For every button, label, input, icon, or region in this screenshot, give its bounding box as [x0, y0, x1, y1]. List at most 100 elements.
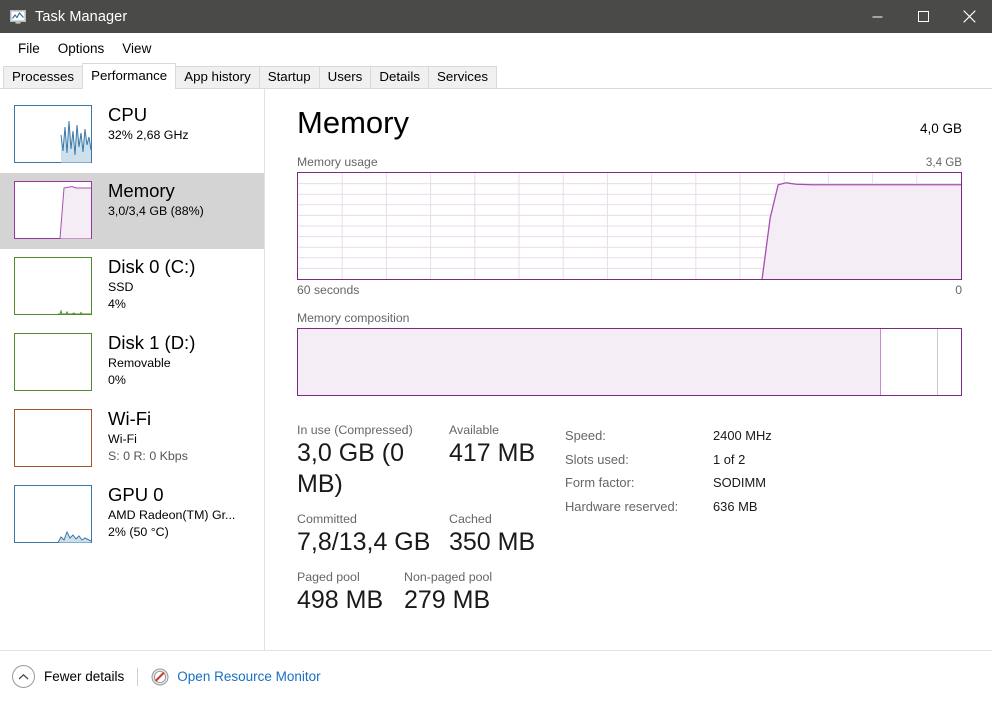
tab-startup[interactable]: Startup: [258, 66, 320, 88]
memory-usage-area: [762, 182, 961, 279]
tab-services[interactable]: Services: [428, 66, 497, 88]
sidebar-item-disk-1-sub1: Removable: [108, 356, 171, 370]
tab-details[interactable]: Details: [370, 66, 429, 88]
spec-row-slots-used: Slots used: 1 of 2: [565, 448, 772, 472]
stat-non-paged-pool-value: 279 MB: [404, 586, 491, 614]
sidebar-item-disk-1[interactable]: Disk 1 (D:) Removable 0%: [0, 325, 264, 401]
resource-monitor-icon: [151, 668, 169, 686]
stat-available-value: 417 MB: [449, 439, 536, 467]
tab-strip: Processes Performance App history Startu…: [0, 63, 992, 89]
menu-item-file[interactable]: File: [9, 38, 49, 59]
stat-in-use-label: In use (Compressed): [297, 423, 413, 437]
fewer-details-label: Fewer details: [44, 669, 125, 684]
sidebar-item-memory[interactable]: Memory 3,0/3,4 GB (88%): [0, 173, 264, 249]
memory-stats-left: In use (Compressed) 3,0 GB (0 MB) Availa…: [297, 422, 565, 627]
sidebar-item-gpu-0-title: GPU 0: [108, 484, 164, 505]
sidebar-item-disk-1-sub2: 0%: [108, 373, 126, 387]
spec-row-speed: Speed: 2400 MHz: [565, 424, 772, 448]
sidebar-item-gpu-0-sub1: AMD Radeon(TM) Gr...: [108, 508, 236, 522]
tab-processes[interactable]: Processes: [3, 66, 84, 88]
memory-usage-labels: Memory usage 3,4 GB: [297, 155, 962, 169]
open-resource-monitor-link[interactable]: Open Resource Monitor: [151, 668, 321, 686]
sidebar-item-wifi-title: Wi-Fi: [108, 408, 152, 429]
spec-row-hardware-reserved: Hardware reserved: 636 MB: [565, 495, 772, 519]
stat-committed-label: Committed: [297, 512, 357, 526]
status-bar: Fewer details Open Resource Monitor: [0, 650, 992, 702]
window-title: Task Manager: [35, 8, 128, 25]
fewer-details-button[interactable]: Fewer details: [12, 665, 124, 688]
spec-row-form-factor: Form factor: SODIMM: [565, 471, 772, 495]
cpu-thumbnail-graph: [14, 105, 92, 163]
task-manager-icon: [10, 9, 26, 25]
sidebar-item-disk-0[interactable]: Disk 0 (C:) SSD 4%: [0, 249, 264, 325]
memory-usage-max: 3,4 GB: [925, 156, 962, 169]
menu-item-options[interactable]: Options: [49, 38, 114, 59]
spec-form-factor-value: SODIMM: [713, 475, 766, 490]
memory-header: Memory 4,0 GB: [297, 103, 962, 143]
tab-performance[interactable]: Performance: [82, 63, 177, 89]
memory-statistics: In use (Compressed) 3,0 GB (0 MB) Availa…: [297, 422, 962, 627]
spec-slots-used-value: 1 of 2: [713, 451, 746, 467]
memory-usage-label: Memory usage: [297, 155, 378, 169]
composition-segment-in-use: [298, 329, 882, 395]
sidebar-item-wifi-sub1: Wi-Fi: [108, 432, 137, 446]
sidebar-item-gpu-0-text: GPU 0 AMD Radeon(TM) Gr... 2% (50 °C): [108, 483, 235, 540]
stat-non-paged-pool: Non-paged pool 279 MB: [404, 569, 492, 616]
wifi-thumbnail-graph: [14, 409, 92, 467]
stat-row: Paged pool 498 MB Non-paged pool 279 MB: [297, 569, 565, 616]
sidebar-item-cpu[interactable]: CPU 32% 2,68 GHz: [0, 97, 264, 173]
memory-detail-panel: Memory 4,0 GB Memory usage 3,4 GB 60 sec…: [265, 89, 992, 650]
memory-composition-bar: [297, 328, 962, 396]
sidebar-item-memory-title: Memory: [108, 180, 175, 201]
sidebar-item-cpu-sub1: 32% 2,68 GHz: [108, 128, 189, 142]
memory-usage-plot: [298, 173, 961, 279]
stat-paged-pool-label: Paged pool: [297, 570, 360, 584]
spec-form-factor-label: Form factor:: [565, 475, 635, 490]
sidebar-item-disk-0-sub1: SSD: [108, 280, 134, 294]
stat-committed-value: 7,8/13,4 GB: [297, 528, 431, 556]
title-bar: Task Manager: [0, 0, 992, 33]
memory-capacity: 4,0 GB: [919, 121, 962, 136]
chevron-up-icon: [12, 665, 35, 688]
sidebar-item-disk-1-title: Disk 1 (D:): [108, 332, 196, 353]
memory-usage-axis: 60 seconds 0: [297, 283, 962, 297]
task-manager-window: Task Manager File Options View Processes…: [0, 0, 992, 702]
sidebar-item-disk-1-text: Disk 1 (D:) Removable 0%: [108, 331, 195, 388]
sidebar-item-disk-0-title: Disk 0 (C:): [108, 256, 196, 277]
stat-row: Committed 7,8/13,4 GB Cached 350 MB: [297, 511, 565, 558]
sidebar-item-disk-0-sub2: 4%: [108, 297, 126, 311]
page-title: Memory: [297, 105, 409, 140]
stat-cached-value: 350 MB: [449, 528, 536, 556]
stat-available: Available 417 MB: [449, 422, 535, 500]
stat-available-label: Available: [449, 423, 500, 437]
sidebar-item-gpu-0[interactable]: GPU 0 AMD Radeon(TM) Gr... 2% (50 °C): [0, 477, 264, 553]
disk-0-thumbnail-graph: [14, 257, 92, 315]
menu-item-view[interactable]: View: [113, 38, 160, 59]
stat-cached: Cached 350 MB: [449, 511, 535, 558]
resource-sidebar: CPU 32% 2,68 GHz Memory 3,0/3,4 GB (88%): [0, 89, 265, 650]
open-resource-monitor-label: Open Resource Monitor: [177, 669, 321, 684]
spec-hardware-reserved-value: 636 MB: [713, 498, 758, 514]
close-icon[interactable]: [946, 0, 992, 33]
content-body: CPU 32% 2,68 GHz Memory 3,0/3,4 GB (88%): [0, 89, 992, 650]
composition-segment-free: [938, 329, 961, 395]
sidebar-item-memory-text: Memory 3,0/3,4 GB (88%): [108, 179, 204, 219]
memory-usage-graph: [297, 172, 962, 280]
menu-bar: File Options View: [0, 33, 992, 63]
stat-in-use: In use (Compressed) 3,0 GB (0 MB): [297, 422, 449, 500]
minimize-icon[interactable]: [854, 0, 900, 33]
tab-app-history[interactable]: App history: [175, 66, 260, 88]
sidebar-item-wifi[interactable]: Wi-Fi Wi-Fi S: 0 R: 0 Kbps: [0, 401, 264, 477]
maximize-icon[interactable]: [900, 0, 946, 33]
disk-1-thumbnail-graph: [14, 333, 92, 391]
spec-speed-label: Speed:: [565, 428, 606, 443]
tab-users[interactable]: Users: [318, 66, 372, 88]
memory-thumbnail-graph: [14, 181, 92, 239]
stat-cached-label: Cached: [449, 512, 492, 526]
window-controls: [854, 0, 992, 33]
sidebar-item-wifi-text: Wi-Fi Wi-Fi S: 0 R: 0 Kbps: [108, 407, 188, 464]
stat-row: In use (Compressed) 3,0 GB (0 MB) Availa…: [297, 422, 565, 500]
sidebar-item-wifi-sub2: S: 0 R: 0 Kbps: [108, 449, 188, 463]
stat-paged-pool: Paged pool 498 MB: [297, 569, 404, 616]
sidebar-item-memory-sub1: 3,0/3,4 GB (88%): [108, 204, 204, 218]
